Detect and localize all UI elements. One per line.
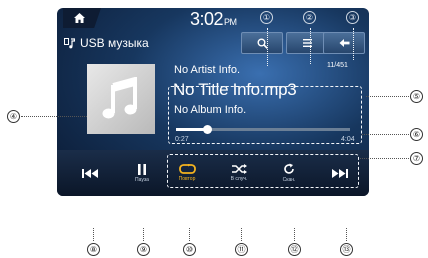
callout-6-line [362,134,409,135]
callout-4: ④ [7,110,20,123]
back-icon [339,39,349,47]
callout-11-line [241,228,242,241]
callout-1: ① [260,11,273,24]
pause-icon [138,163,146,175]
list-button[interactable] [286,32,328,54]
search-button[interactable] [241,32,283,54]
home-button[interactable] [63,8,101,28]
callout-13: ⑬ [340,243,353,256]
callout-3-line [353,28,354,60]
callout-3: ③ [346,11,359,24]
search-icon [257,38,268,49]
callout-12: ⑫ [288,243,301,256]
music-note-icon [102,77,137,119]
callout-13-line [346,228,347,241]
track-counter: 11/451 [327,62,348,69]
callout-8-line [93,228,94,241]
album-art [87,64,155,134]
pause-button[interactable]: Пауза [127,150,157,196]
callout-7: ⑦ [410,152,423,165]
playback-modes-highlight [167,154,359,188]
back-button[interactable] [323,32,365,54]
callout-10-line [189,228,190,241]
source-indicator: USB музыка [64,36,149,50]
callout-9-line [143,228,144,241]
callout-1-line [267,28,268,66]
clock: 3:02PM [190,9,237,30]
callout-5-line [366,96,409,97]
source-label: USB музыка [80,36,149,50]
callout-6: ⑥ [410,128,423,141]
home-icon [73,13,85,23]
previous-track-icon [82,168,98,178]
callout-9: ⑨ [137,243,150,256]
usb-music-icon [64,37,75,48]
artist-name: No Artist Info. [174,64,241,76]
callout-11: ⑪ [235,243,248,256]
track-info-highlight [168,86,362,144]
callout-7-line [360,158,409,159]
previous-track-button[interactable] [75,150,105,196]
callout-2: ② [303,11,316,24]
callout-8: ⑧ [87,243,100,256]
callout-5: ⑤ [410,90,423,103]
clock-time: 3:02 [190,9,224,29]
callout-2-line [310,28,311,64]
pause-label: Пауза [135,176,149,183]
callout-10: ⑩ [183,243,196,256]
media-screen: 3:02PM USB музыка 11/451 No Artist Info.… [57,8,369,196]
clock-ampm: PM [224,17,237,27]
top-bar: 3:02PM [57,8,369,30]
callout-4-line [21,116,87,117]
callout-12-line [294,228,295,241]
